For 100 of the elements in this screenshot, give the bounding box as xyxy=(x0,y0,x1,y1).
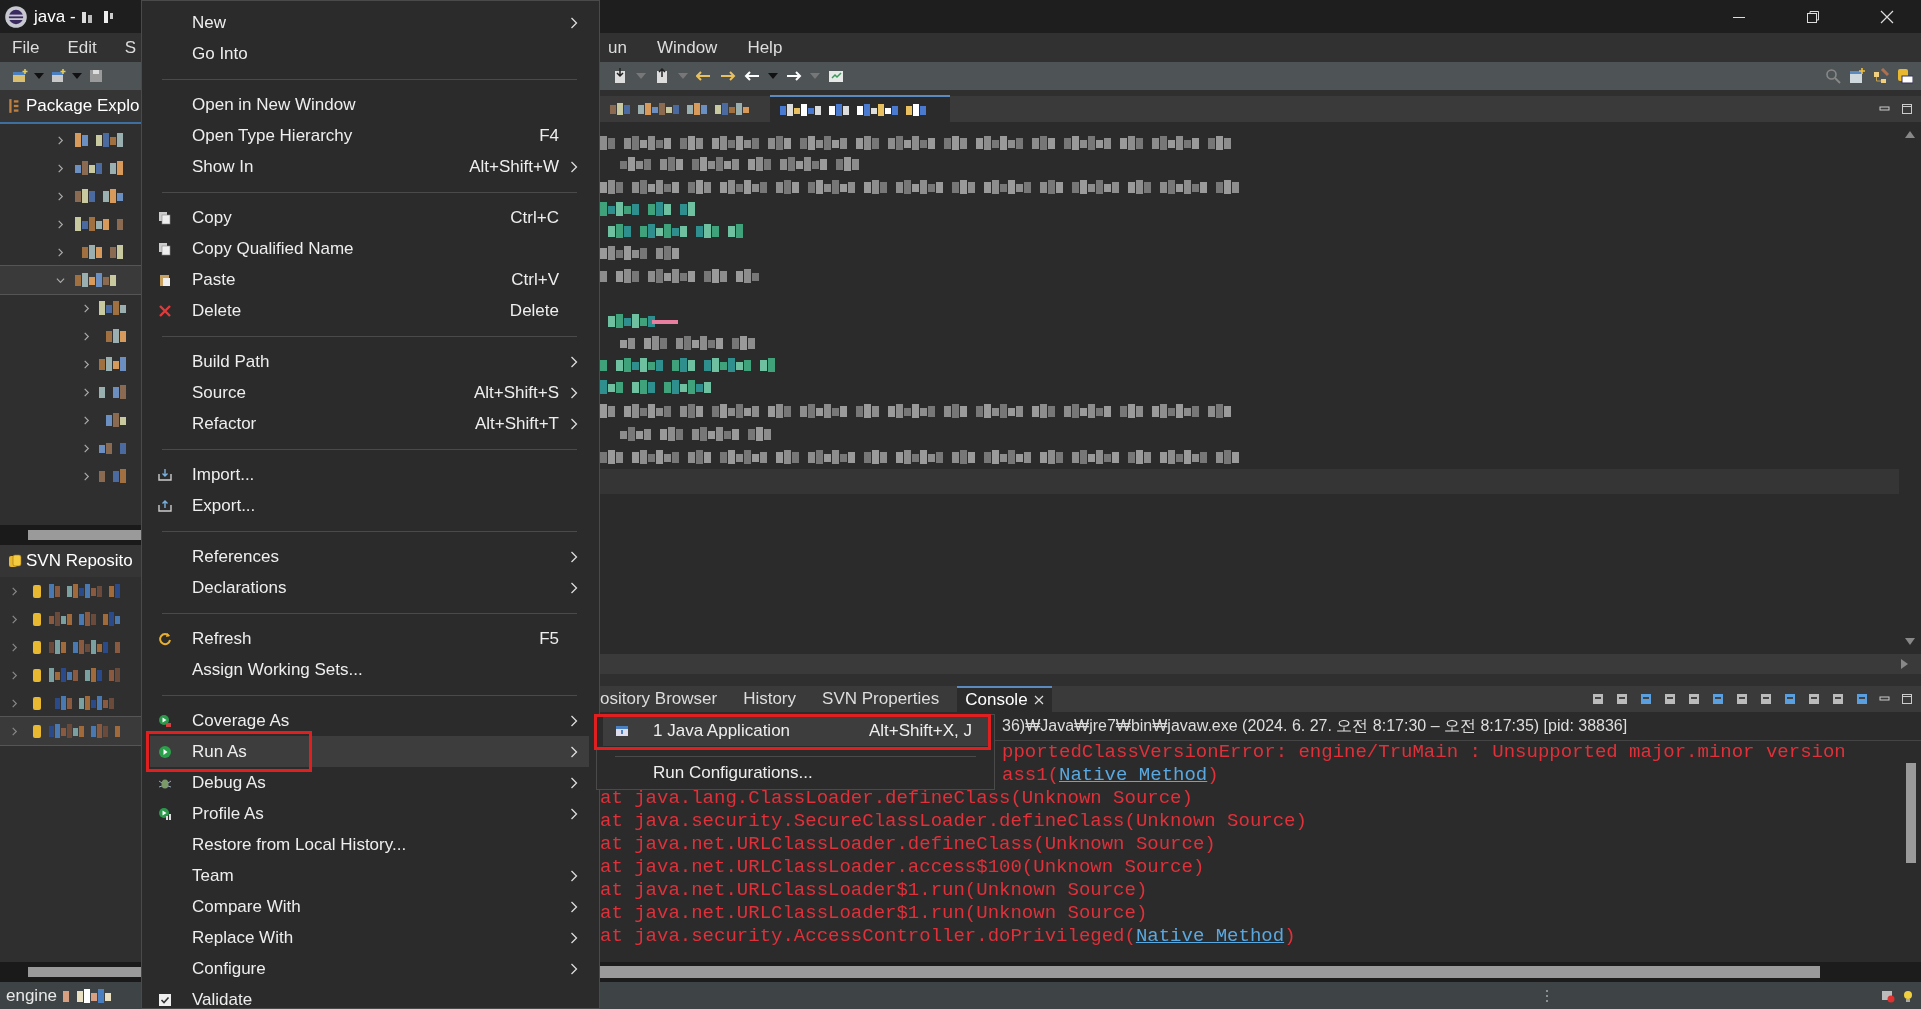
menu-item[interactable]: Build Path xyxy=(150,346,589,377)
console-action-icon[interactable] xyxy=(1855,692,1869,706)
dropdown-caret-icon[interactable] xyxy=(34,73,44,79)
console-action-icon[interactable] xyxy=(1711,692,1725,706)
dropdown-caret-icon[interactable] xyxy=(768,73,778,79)
scrollbar-thumb[interactable] xyxy=(1906,763,1916,863)
menu-item[interactable]: Coverage As xyxy=(150,705,589,736)
console-action-icon[interactable] xyxy=(1807,692,1821,706)
chevron-icon[interactable] xyxy=(56,135,65,145)
menu-item[interactable]: Paste Ctrl+V xyxy=(150,264,589,295)
chevron-icon[interactable] xyxy=(82,471,91,481)
menu-item[interactable]: 1 Java Application Alt+Shift+X, J xyxy=(603,716,988,746)
open-perspective-icon[interactable] xyxy=(1849,68,1865,84)
chevron-icon[interactable] xyxy=(56,219,65,229)
scroll-down-icon[interactable] xyxy=(1905,638,1915,646)
menu-item[interactable]: Debug As xyxy=(150,767,589,798)
editor-tab[interactable] xyxy=(770,95,950,123)
chevron-icon[interactable] xyxy=(10,586,19,596)
scroll-up-icon[interactable] xyxy=(1905,130,1915,138)
chevron-icon[interactable] xyxy=(82,415,91,425)
menu-item[interactable]: File xyxy=(12,37,40,58)
maximize-icon[interactable] xyxy=(1901,103,1913,115)
menu-item[interactable]: Edit xyxy=(67,37,97,58)
more-icon[interactable] xyxy=(1545,988,1549,1003)
new-folder-icon[interactable] xyxy=(12,68,28,84)
menu-item[interactable]: Restore from Local History... xyxy=(150,829,589,860)
board-icon[interactable] xyxy=(828,68,844,84)
save-icon[interactable] xyxy=(88,68,104,84)
native-method-link[interactable]: Native Method xyxy=(1059,764,1208,786)
menu-item[interactable]: Profile As xyxy=(150,798,589,829)
view-tab[interactable]: SVN Properties xyxy=(814,686,948,712)
menu-item[interactable]: Refresh F5 xyxy=(150,623,589,654)
close-icon[interactable] xyxy=(1033,695,1044,705)
console-action-icon[interactable] xyxy=(1663,692,1677,706)
console-action-icon[interactable] xyxy=(1615,692,1629,706)
menu-item[interactable]: Configure xyxy=(150,953,589,984)
svn-database-icon[interactable] xyxy=(1897,68,1913,84)
menu-item[interactable]: Export... xyxy=(150,490,589,521)
menu-item[interactable]: Go Into xyxy=(150,38,589,69)
menu-item[interactable]: un xyxy=(608,37,627,58)
chevron-icon[interactable] xyxy=(82,331,91,341)
menu-item[interactable]: Replace With xyxy=(150,922,589,953)
menu-item[interactable]: Compare With xyxy=(150,891,589,922)
scrollbar-thumb[interactable] xyxy=(28,967,141,977)
new-package-icon[interactable] xyxy=(50,68,66,84)
menu-item[interactable]: Assign Working Sets... xyxy=(150,654,589,685)
view-tab[interactable]: History xyxy=(735,686,805,712)
menu-item[interactable]: Declarations xyxy=(150,572,589,603)
chevron-icon[interactable] xyxy=(82,443,91,453)
menu-item[interactable]: Run Configurations... xyxy=(603,758,988,788)
console-action-icon[interactable] xyxy=(1687,692,1701,706)
menu-item[interactable]: Source Alt+Shift+S xyxy=(150,377,589,408)
menu-item[interactable]: References xyxy=(150,541,589,572)
chevron-icon[interactable] xyxy=(10,698,19,708)
hierarchy-icon[interactable] xyxy=(1873,68,1889,84)
menu-item[interactable]: Import... xyxy=(150,459,589,490)
menu-item[interactable]: Copy Qualified Name xyxy=(150,233,589,264)
menu-item[interactable]: Copy Ctrl+C xyxy=(150,202,589,233)
console-action-icon[interactable] xyxy=(1783,692,1797,706)
menu-item[interactable]: Open Type Hierarchy F4 xyxy=(150,120,589,151)
view-tab[interactable]: ository Browser xyxy=(600,686,726,712)
menu-item[interactable]: Delete Delete xyxy=(150,295,589,326)
console-action-icon[interactable] xyxy=(1831,692,1845,706)
tree-row-highlight[interactable] xyxy=(0,717,141,745)
menu-item[interactable]: Window xyxy=(656,37,718,58)
chevron-icon[interactable] xyxy=(56,191,65,201)
pixelated-label-drawing xyxy=(99,441,129,455)
console-action-icon[interactable] xyxy=(1591,692,1605,706)
chevron-icon[interactable] xyxy=(82,359,91,369)
console-action-icon[interactable] xyxy=(1759,692,1773,706)
lightbulb-icon[interactable] xyxy=(1901,988,1915,1003)
chevron-icon[interactable] xyxy=(82,387,91,397)
chevron-icon[interactable] xyxy=(82,303,91,313)
view-tab[interactable]: Console xyxy=(957,686,1052,712)
native-method-link[interactable]: Native Method xyxy=(1135,925,1285,947)
console-action-icon[interactable] xyxy=(1639,692,1653,706)
chevron-icon[interactable] xyxy=(56,247,65,257)
scroll-right-icon[interactable] xyxy=(1901,659,1909,669)
menu-item[interactable]: Refactor Alt+Shift+T xyxy=(150,408,589,439)
menu-item[interactable]: New xyxy=(150,7,589,38)
tree-row-highlight[interactable] xyxy=(0,266,141,294)
chevron-icon[interactable] xyxy=(10,614,19,624)
menu-item[interactable]: S xyxy=(124,37,137,58)
chevron-icon[interactable] xyxy=(56,275,65,285)
menu-item[interactable]: Team xyxy=(150,860,589,891)
menu-item[interactable]: Help xyxy=(747,37,783,58)
menu-item[interactable]: Show In Alt+Shift+W xyxy=(150,151,589,182)
menu-item[interactable]: Run As xyxy=(150,736,589,767)
scrollbar-thumb[interactable] xyxy=(600,966,1820,978)
dropdown-caret-icon[interactable] xyxy=(72,73,82,79)
chevron-icon[interactable] xyxy=(10,726,19,736)
chevron-icon[interactable] xyxy=(56,163,65,173)
maximize-icon[interactable] xyxy=(1901,693,1913,705)
menu-item[interactable]: Open in New Window xyxy=(150,89,589,120)
console-action-icon[interactable] xyxy=(1735,692,1749,706)
menu-item[interactable]: Validate xyxy=(150,984,589,1008)
chevron-icon[interactable] xyxy=(10,670,19,680)
error-log-icon[interactable] xyxy=(1881,988,1895,1003)
scrollbar-thumb[interactable] xyxy=(28,530,141,540)
chevron-icon[interactable] xyxy=(10,642,19,652)
